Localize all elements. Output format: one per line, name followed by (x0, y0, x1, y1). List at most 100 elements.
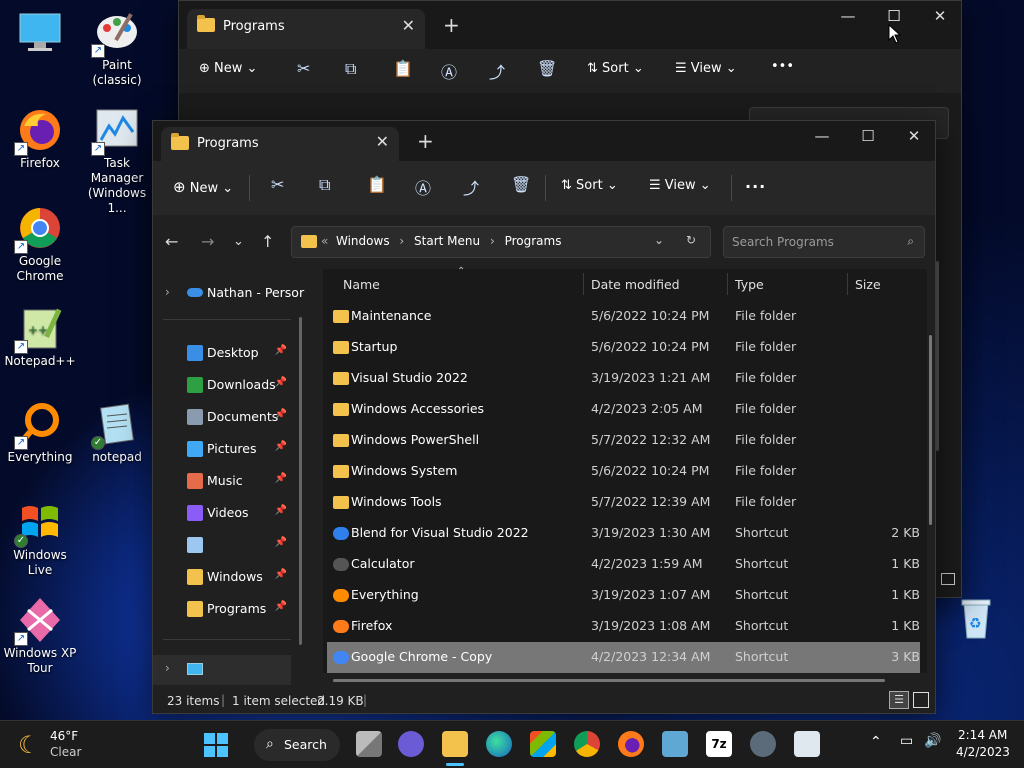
new-button[interactable]: ⊕ New ⌄ (173, 178, 233, 196)
edge-icon[interactable] (486, 731, 512, 757)
file-row[interactable]: Windows Accessories 4/2/2023 2:05 AM File … (327, 394, 920, 425)
desktop-icon-chrome[interactable]: ↗ Google Chrome (0, 204, 80, 284)
desktop-icon-windows-live[interactable]: ✓ Windows Live (0, 498, 80, 578)
pin-icon[interactable]: 📌 (275, 441, 287, 452)
nav-item-desktop[interactable]: Desktop 📌 (153, 337, 291, 369)
search-button[interactable]: ⌕ Search (254, 729, 340, 761)
tiles-view-icon[interactable] (913, 692, 929, 708)
delete-icon[interactable]: 🗑 (537, 59, 557, 78)
file-list-vertical-scrollbar[interactable] (929, 335, 932, 525)
more-options-icon[interactable]: ••• (771, 59, 794, 74)
file-row[interactable]: Google Chrome - Copy 4/2/2023 12:34 AM Sho… (327, 642, 920, 673)
back-view-button[interactable]: ☰ View ⌄ (675, 61, 737, 76)
minimize-button[interactable]: — (799, 121, 845, 153)
cut-icon[interactable]: ✂ (271, 175, 284, 194)
nav-item-videos[interactable]: Videos 📌 (153, 497, 291, 529)
nav-item-pictures[interactable]: Pictures 📌 (153, 433, 291, 465)
more-options-icon[interactable]: ... (745, 173, 766, 192)
pin-icon[interactable]: 📌 (275, 569, 287, 580)
expand-chevron-icon[interactable]: › (165, 661, 170, 675)
store-icon[interactable] (530, 731, 556, 757)
breadcrumb-overflow[interactable]: « (321, 234, 328, 248)
pin-icon[interactable]: 📌 (275, 537, 287, 548)
task-view-icon[interactable] (356, 731, 382, 757)
desktop-icon-xp-tour[interactable]: ↗ Windows XP Tour (0, 596, 80, 676)
copy-icon[interactable]: ⧉ (345, 59, 356, 79)
close-button[interactable]: ✕ (891, 121, 937, 153)
new-tab-icon[interactable]: + (443, 13, 460, 37)
close-button[interactable]: ✕ (917, 1, 963, 33)
forward-arrow-icon[interactable]: → (201, 232, 214, 251)
share-icon[interactable]: ⤴ (463, 175, 479, 199)
chevron-up-icon[interactable]: ⌃ (870, 734, 882, 750)
paste-icon[interactable]: 📋 (393, 59, 413, 78)
file-explorer-taskbar-icon[interactable] (442, 731, 468, 757)
nav-item-documents[interactable]: Documents 📌 (153, 401, 291, 433)
search-input[interactable]: Search Programs ⌕ (723, 226, 925, 258)
volume-icon[interactable]: 🔊 (924, 733, 941, 749)
new-tab-icon[interactable]: + (417, 129, 434, 153)
paste-icon[interactable]: 📋 (367, 175, 387, 194)
settings-icon[interactable] (750, 731, 776, 757)
file-row[interactable]: Visual Studio 2022 3/19/2023 1:21 AM File … (327, 363, 920, 394)
chrome-taskbar-icon[interactable] (574, 731, 600, 757)
close-tab-icon[interactable]: ✕ (402, 16, 415, 35)
copy-icon[interactable]: ⧉ (319, 175, 330, 195)
pin-icon[interactable]: 📌 (275, 409, 287, 420)
minimize-button[interactable]: — (825, 1, 871, 33)
breadcrumb-item[interactable]: Windows (336, 234, 390, 248)
desktop-icon-monitor[interactable] (0, 8, 80, 58)
recycle-bin-icon[interactable]: ♻ (956, 596, 996, 640)
view-button[interactable]: ☰ View ⌄ (649, 178, 711, 193)
task-manager-taskbar-icon[interactable] (794, 731, 820, 757)
cut-icon[interactable]: ✂ (297, 59, 310, 78)
refresh-icon[interactable]: ↻ (686, 233, 696, 247)
nav-pane-scrollbar[interactable] (299, 317, 302, 645)
pin-icon[interactable]: 📌 (275, 345, 287, 356)
file-row[interactable]: Calculator 4/2/2023 1:59 AM Shortcut 1 KB (327, 549, 920, 580)
file-row[interactable]: Windows PowerShell 5/7/2022 12:32 AM File … (327, 425, 920, 456)
firefox-taskbar-icon[interactable] (618, 731, 644, 757)
delete-icon[interactable]: 🗑 (511, 175, 531, 194)
up-arrow-icon[interactable]: ↑ (261, 232, 274, 251)
pin-icon[interactable]: 📌 (275, 377, 287, 388)
7zip-icon[interactable]: 7z (706, 731, 732, 757)
back-view-toggle-icon[interactable] (941, 573, 955, 585)
desktop-icon-task-manager[interactable]: ↗ Task Manager (Windows 1... (77, 106, 157, 216)
address-bar[interactable]: « Windows › Start Menu › Programs ⌄ ↻ (291, 226, 711, 258)
control-panel-icon[interactable] (662, 731, 688, 757)
start-button[interactable] (204, 733, 228, 757)
breadcrumb-item[interactable]: Programs (505, 234, 562, 248)
rename-icon[interactable]: Ⓐ (441, 59, 457, 83)
weather-widget[interactable]: ☾ 46°F Clear (18, 729, 138, 763)
clock-date[interactable]: 4/2/2023 (956, 745, 1010, 759)
file-row[interactable]: Startup 5/6/2022 10:24 PM File folder (327, 332, 920, 363)
back-new-button[interactable]: ⊕ New ⌄ (199, 61, 257, 76)
share-icon[interactable]: ⤴ (489, 59, 505, 83)
breadcrumb-item[interactable]: Start Menu (414, 234, 480, 248)
address-dropdown-icon[interactable]: ⌄ (654, 233, 664, 247)
desktop-icon-notepad[interactable]: ✓ notepad (77, 400, 157, 465)
column-size[interactable]: Size (855, 277, 881, 292)
desktop-icon-everything[interactable]: ↗ Everything (0, 400, 80, 465)
close-tab-icon[interactable]: ✕ (376, 132, 389, 151)
file-row[interactable]: Maintenance 5/6/2022 10:24 PM File folder (327, 301, 920, 332)
pin-icon[interactable]: 📌 (275, 505, 287, 516)
file-row[interactable]: Firefox 3/19/2023 1:08 AM Shortcut 1 KB (327, 611, 920, 642)
column-date-modified[interactable]: Date modified (591, 277, 680, 292)
details-view-icon[interactable]: ☰ (889, 691, 909, 709)
expand-chevron-icon[interactable]: › (165, 285, 170, 299)
file-row[interactable]: Blend for Visual Studio 2022 3/19/2023 1:… (327, 518, 920, 549)
nav-item-recycle[interactable]: 📌 (153, 529, 291, 561)
clock-time[interactable]: 2:14 AM (958, 728, 1007, 742)
back-arrow-icon[interactable]: ← (165, 232, 178, 251)
column-name[interactable]: Name (343, 277, 380, 292)
explorer-window[interactable]: Programs ✕ + — ☐ ✕ ⊕ New ⌄ ✂ ⧉ 📋 Ⓐ ⤴ 🗑 ⇅… (152, 120, 936, 714)
file-row[interactable]: Windows System 5/6/2022 10:24 PM File fold… (327, 456, 920, 487)
nav-item-downloads[interactable]: Downloads 📌 (153, 369, 291, 401)
nav-item-programs[interactable]: Programs 📌 (153, 593, 291, 625)
pin-icon[interactable]: 📌 (275, 473, 287, 484)
column-type[interactable]: Type (735, 277, 764, 292)
rename-icon[interactable]: Ⓐ (415, 175, 431, 199)
network-icon[interactable]: ▭ (900, 733, 913, 749)
